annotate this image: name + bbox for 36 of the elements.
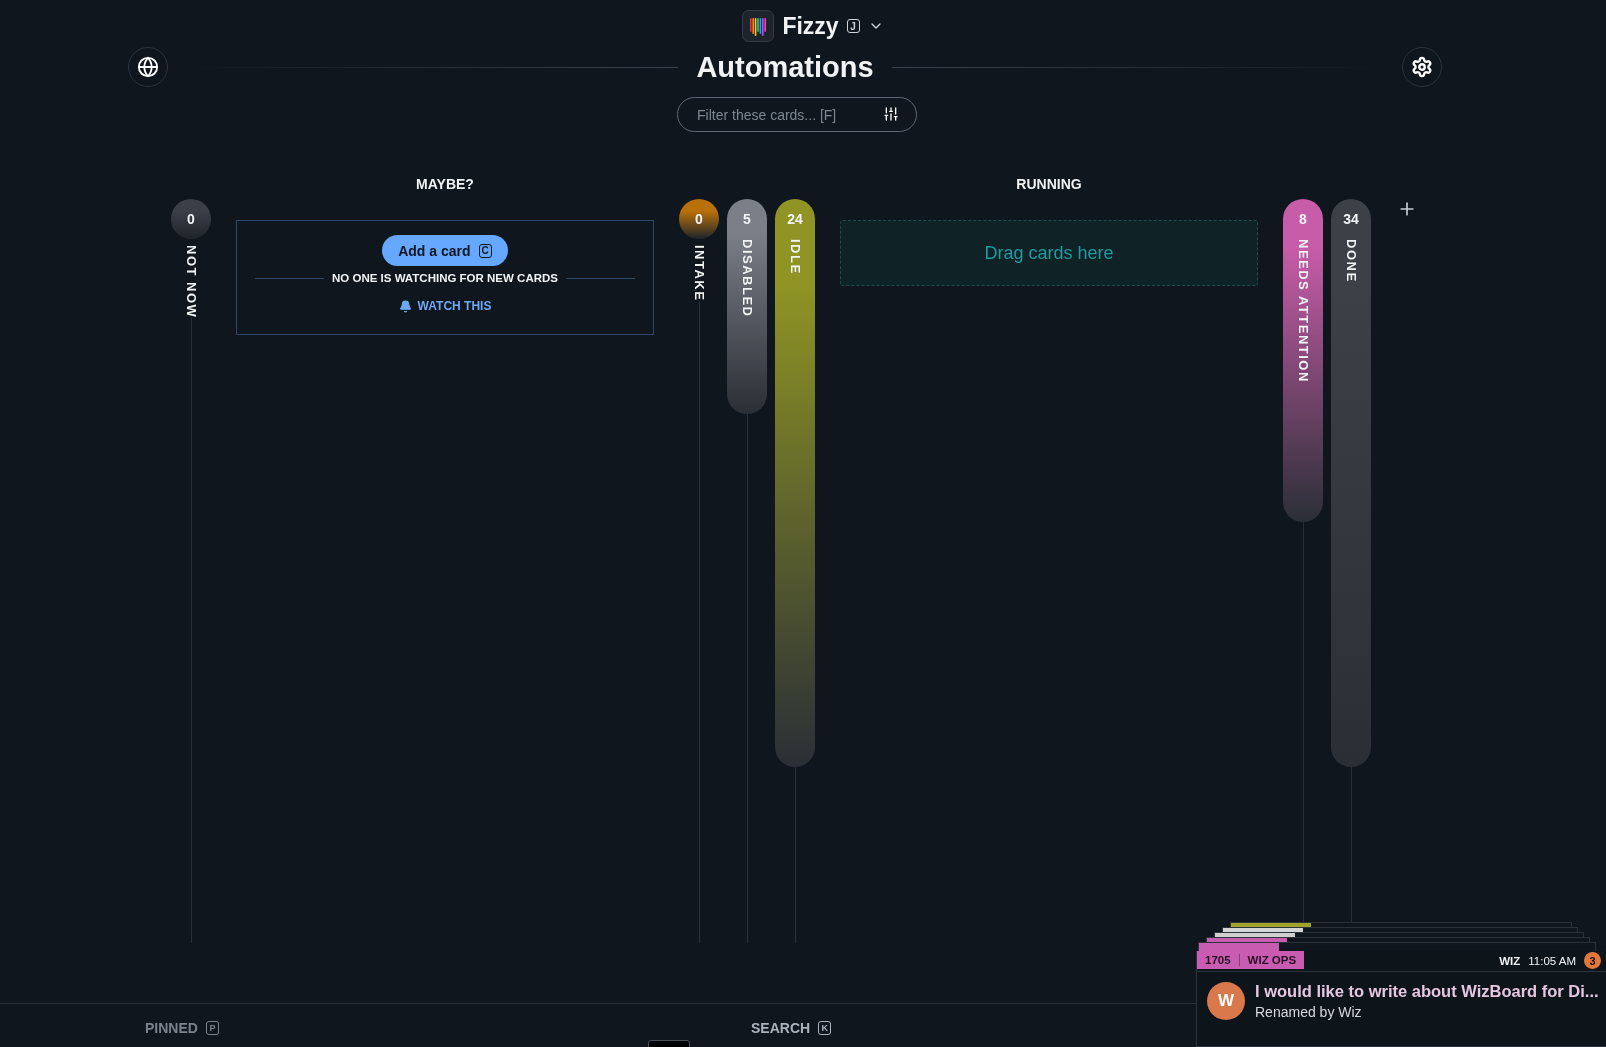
- column-pill[interactable]: 0: [171, 199, 211, 239]
- page-title: Automations: [696, 50, 874, 84]
- column-title: MAYBE?: [416, 176, 474, 194]
- avatar: W: [1207, 982, 1245, 1020]
- card-count: 0: [187, 210, 195, 229]
- comment-badge: 3: [1584, 952, 1601, 969]
- card-subtitle: Renamed by Wiz: [1255, 1004, 1363, 1020]
- watch-notice: NO ONE IS WATCHING FOR NEW CARDS: [332, 272, 558, 284]
- card-count: 0: [695, 210, 703, 229]
- column-label: IDLE: [787, 239, 803, 275]
- add-card-button[interactable]: Add a card C: [382, 235, 508, 266]
- notification-card[interactable]: 1705 WIZ OPS WIZ 11:05 AM 3 W I would like to write about WizBoard for Di... Renamed by Wiz: [1196, 951, 1606, 1047]
- app-name: Fizzy: [782, 12, 839, 40]
- column-label: DONE: [1343, 239, 1359, 283]
- card-title: I would like to write about WizBoard for Di...: [1255, 982, 1599, 1001]
- column-pill[interactable]: 8 NEEDS ATTENTION: [1283, 199, 1323, 522]
- watch-link[interactable]: WATCH THIS: [398, 299, 492, 313]
- card-author: WIZ: [1499, 954, 1521, 967]
- column-label: NEEDS ATTENTION: [1295, 239, 1311, 383]
- card-count: 34: [1343, 210, 1359, 229]
- column-label: NOT NOW: [183, 245, 199, 319]
- column-title: RUNNING: [1016, 176, 1082, 194]
- card-count: 24: [787, 210, 803, 229]
- column-label: INTAKE: [691, 245, 707, 302]
- column-pill[interactable]: 34 DONE: [1331, 199, 1371, 767]
- shortcut-key: J: [846, 19, 860, 33]
- column-pill[interactable]: 0: [679, 199, 719, 239]
- column-pill[interactable]: 5 DISABLED: [727, 199, 767, 414]
- card-time: 11:05 AM: [1528, 954, 1576, 967]
- drop-zone: Drag cards here: [840, 220, 1258, 286]
- footer-tab[interactable]: SEARCH K: [751, 1020, 832, 1036]
- card-count: 5: [743, 210, 751, 229]
- card-tag: 1705 WIZ OPS: [1197, 951, 1305, 969]
- card-count: 8: [1299, 210, 1307, 229]
- filter-field[interactable]: Filter these cards... [F]: [677, 97, 917, 132]
- column-label: DISABLED: [739, 239, 755, 318]
